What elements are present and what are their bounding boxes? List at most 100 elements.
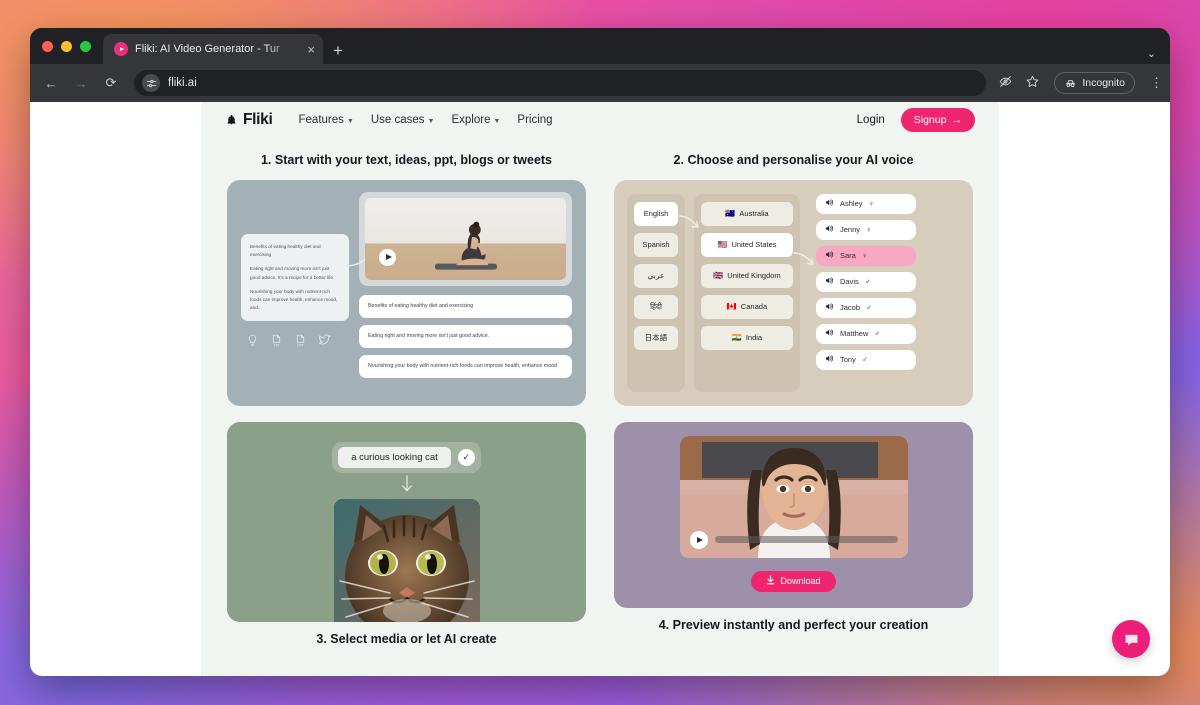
voice-name: Ashley (840, 199, 863, 209)
download-arrow-icon (766, 575, 775, 587)
language-option-japanese[interactable]: 日本語 (634, 325, 678, 350)
media-prompt-input[interactable]: a curious looking cat (338, 446, 451, 468)
speaker-icon (825, 354, 834, 365)
nav-item-pricing[interactable]: Pricing (517, 114, 552, 126)
confirm-prompt-button[interactable]: ✓ (457, 448, 475, 466)
speaker-icon (825, 198, 834, 209)
voice-name: Davis (840, 277, 859, 287)
language-option-english[interactable]: English (634, 201, 678, 226)
tab-title: Fliki: AI Video Generator - Tur (135, 43, 280, 55)
yoga-illustration (434, 221, 497, 270)
voice-option-tony[interactable]: Tony ♂ (816, 349, 916, 370)
forward-button[interactable]: → (68, 70, 94, 96)
download-button[interactable]: Download (751, 570, 836, 592)
voice-gender: ♂ (861, 355, 868, 365)
arrow-right-icon: → (951, 114, 963, 126)
signup-label: Signup (913, 114, 947, 126)
caption-list: Benefits of eating healthy diet and exer… (359, 294, 572, 378)
voice-name: Matthew (840, 329, 869, 339)
country-label: United States (731, 240, 777, 250)
country-label: Canada (740, 302, 768, 312)
chat-widget-button[interactable] (1112, 620, 1150, 658)
nav-item-features[interactable]: Features ▼ (299, 114, 354, 126)
step-3: 3. Select media or let AI create a curio… (227, 421, 586, 648)
speaker-icon (825, 276, 834, 287)
voice-option-davis[interactable]: Davis ♂ (816, 271, 916, 292)
back-button[interactable]: ← (38, 70, 64, 96)
close-window-button[interactable] (42, 40, 53, 52)
fliki-favicon (114, 42, 128, 56)
caption-item[interactable]: Eating right and moving more isn't just … (359, 324, 572, 348)
voice-option-jenny[interactable]: Jenny ♀ (816, 219, 916, 240)
browser-window: Fliki: AI Video Generator - Tur × + ⌄ ← … (30, 28, 1170, 676)
incognito-indicator[interactable]: Incognito (1054, 72, 1135, 94)
flag-icon-gb: 🇬🇧 (713, 270, 724, 280)
country-option-united-kingdom[interactable]: 🇬🇧 United Kingdom (701, 263, 793, 288)
bookmark-star-icon[interactable] (1023, 74, 1041, 92)
source-note-line: Eating right and moving more isn't just … (250, 266, 335, 280)
source-note-line: Benefits of eating healthy diet and exer… (250, 243, 321, 258)
twitter-bird-icon[interactable] (319, 334, 331, 347)
generated-cat-image[interactable] (333, 499, 480, 622)
browser-tab-active[interactable]: Fliki: AI Video Generator - Tur × (103, 34, 323, 64)
voice-option-ashley[interactable]: Ashley ♀ (816, 193, 916, 214)
nav-item-explore[interactable]: Explore ▼ (451, 114, 500, 126)
country-option-india[interactable]: 🇮🇳 India (701, 325, 793, 350)
language-option-hindi[interactable]: हिंदी (634, 294, 678, 319)
nav-item-features-label: Features (298, 114, 344, 126)
cat-illustration (333, 499, 480, 622)
avatar-video-preview[interactable] (679, 435, 908, 558)
chat-bubble-icon (1125, 634, 1137, 646)
txt-file-icon[interactable]: TXT (271, 334, 282, 347)
voice-name: Jenny (840, 225, 861, 235)
brand-name: Fliki (243, 111, 273, 128)
play-button[interactable] (689, 530, 708, 549)
minimize-window-button[interactable] (61, 40, 72, 52)
reload-button[interactable]: ⟳ (98, 70, 124, 96)
eye-off-icon[interactable] (996, 74, 1014, 92)
voice-option-jacob[interactable]: Jacob ♂ (816, 297, 916, 318)
play-button[interactable] (379, 248, 396, 266)
nav-item-pricing-label: Pricing (517, 114, 553, 126)
window-menu-chevron-icon[interactable]: ⌄ (1147, 47, 1160, 60)
window-traffic-lights (42, 28, 101, 64)
voice-option-matthew[interactable]: Matthew ♂ (816, 323, 916, 344)
speaker-icon (825, 328, 834, 339)
brand-logo[interactable]: Fliki (225, 111, 273, 129)
voice-list: Ashley ♀ Jenny ♀ Sara ♀ Davis ♂ Jacob ♂ … (816, 193, 916, 392)
login-link[interactable]: Login (857, 114, 885, 126)
caption-item[interactable]: Nourishing your body with nutrient-rich … (359, 354, 572, 378)
site-settings-icon[interactable] (142, 74, 160, 92)
flag-icon-us: 🇺🇸 (717, 239, 728, 249)
browser-tab-strip: Fliki: AI Video Generator - Tur × + ⌄ (30, 28, 1170, 64)
chevron-down-icon: ▼ (346, 117, 354, 125)
browser-menu-icon[interactable]: ⋮ (1150, 75, 1163, 91)
caption-item[interactable]: Benefits of eating healthy diet and exer… (359, 294, 572, 318)
speaker-icon (825, 224, 834, 235)
close-tab-icon[interactable]: × (305, 43, 315, 56)
ppt-file-icon[interactable]: PPT (295, 334, 306, 347)
voice-option-sara[interactable]: Sara ♀ (816, 245, 916, 266)
new-tab-button[interactable]: + (333, 42, 343, 59)
step-1: 1. Start with your text, ideas, ppt, blo… (227, 152, 586, 406)
signup-button[interactable]: Signup → (900, 108, 975, 132)
source-type-icons: TXT PPT (241, 321, 349, 347)
step-4-card: Download (614, 421, 973, 608)
source-note-line: Nourishing your body with nutrient-rich … (250, 288, 338, 311)
nav-item-use-cases[interactable]: Use cases ▼ (371, 114, 435, 126)
maximize-window-button[interactable] (80, 40, 91, 52)
flow-arrow-icon (793, 252, 814, 265)
yoga-video-thumbnail[interactable] (365, 197, 566, 280)
country-option-australia[interactable]: 🇦🇺 Australia (701, 201, 793, 226)
language-option-spanish[interactable]: Spanish (634, 232, 678, 257)
country-option-united-states[interactable]: 🇺🇸 United States (701, 232, 793, 257)
language-option-arabic[interactable]: عربي (634, 263, 678, 288)
flow-arrow-icon (678, 215, 699, 228)
idea-bulb-icon[interactable] (247, 334, 258, 347)
country-option-canada[interactable]: 🇨🇦 Canada (701, 294, 793, 319)
flag-icon-ca: 🇨🇦 (726, 301, 737, 311)
step-4-title: 4. Preview instantly and perfect your cr… (658, 617, 929, 632)
address-bar[interactable]: fliki.ai (134, 70, 987, 96)
voice-gender: ♂ (866, 303, 872, 313)
progress-bar[interactable] (714, 536, 898, 544)
